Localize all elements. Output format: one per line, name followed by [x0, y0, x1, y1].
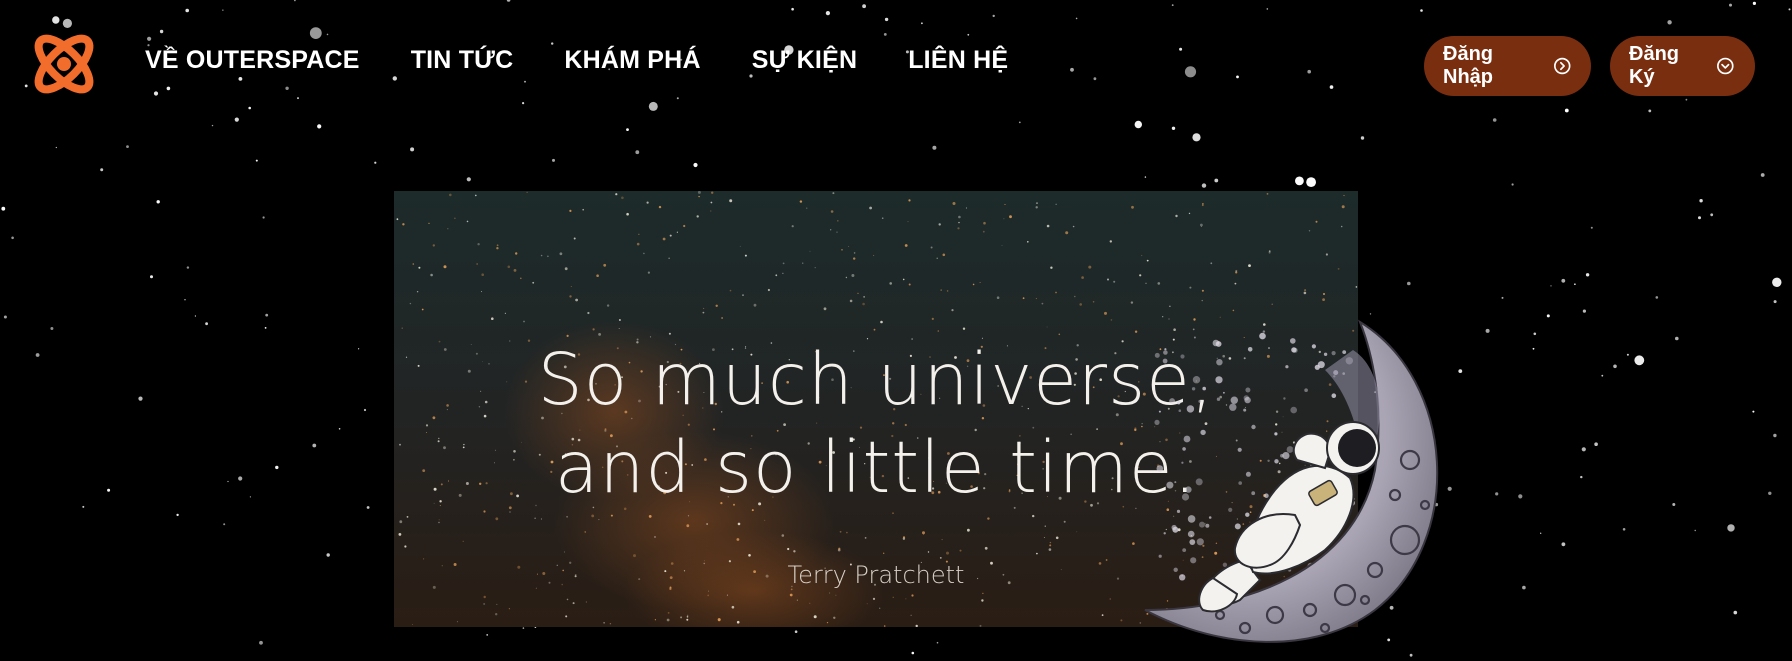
main-nav: VỀ OUTERSPACE TIN TỨC KHÁM PHÁ SỰ KIỆN L… [145, 46, 1008, 75]
login-button[interactable]: Đăng Nhập [1424, 36, 1591, 96]
nav-item-events[interactable]: SỰ KIỆN [752, 46, 858, 75]
circle-chevron-right-icon [1553, 57, 1570, 75]
circle-chevron-down-icon [1717, 57, 1734, 75]
auth-buttons: Đăng Nhập Đăng Ký [1424, 36, 1755, 96]
nav-item-news[interactable]: TIN TỨC [411, 46, 514, 75]
nav-item-contact[interactable]: LIÊN HỆ [908, 46, 1008, 75]
astronaut-on-moon-illustration [1144, 319, 1439, 643]
nav-item-explore[interactable]: KHÁM PHÁ [564, 46, 700, 75]
site-header: VỀ OUTERSPACE TIN TỨC KHÁM PHÁ SỰ KIỆN L… [0, 0, 1792, 130]
signup-label: Đăng Ký [1629, 43, 1679, 88]
login-label: Đăng Nhập [1443, 43, 1493, 88]
nav-item-about[interactable]: VỀ OUTERSPACE [145, 46, 360, 75]
atom-logo-icon[interactable] [26, 26, 102, 102]
signup-button[interactable]: Đăng Ký [1610, 36, 1755, 96]
